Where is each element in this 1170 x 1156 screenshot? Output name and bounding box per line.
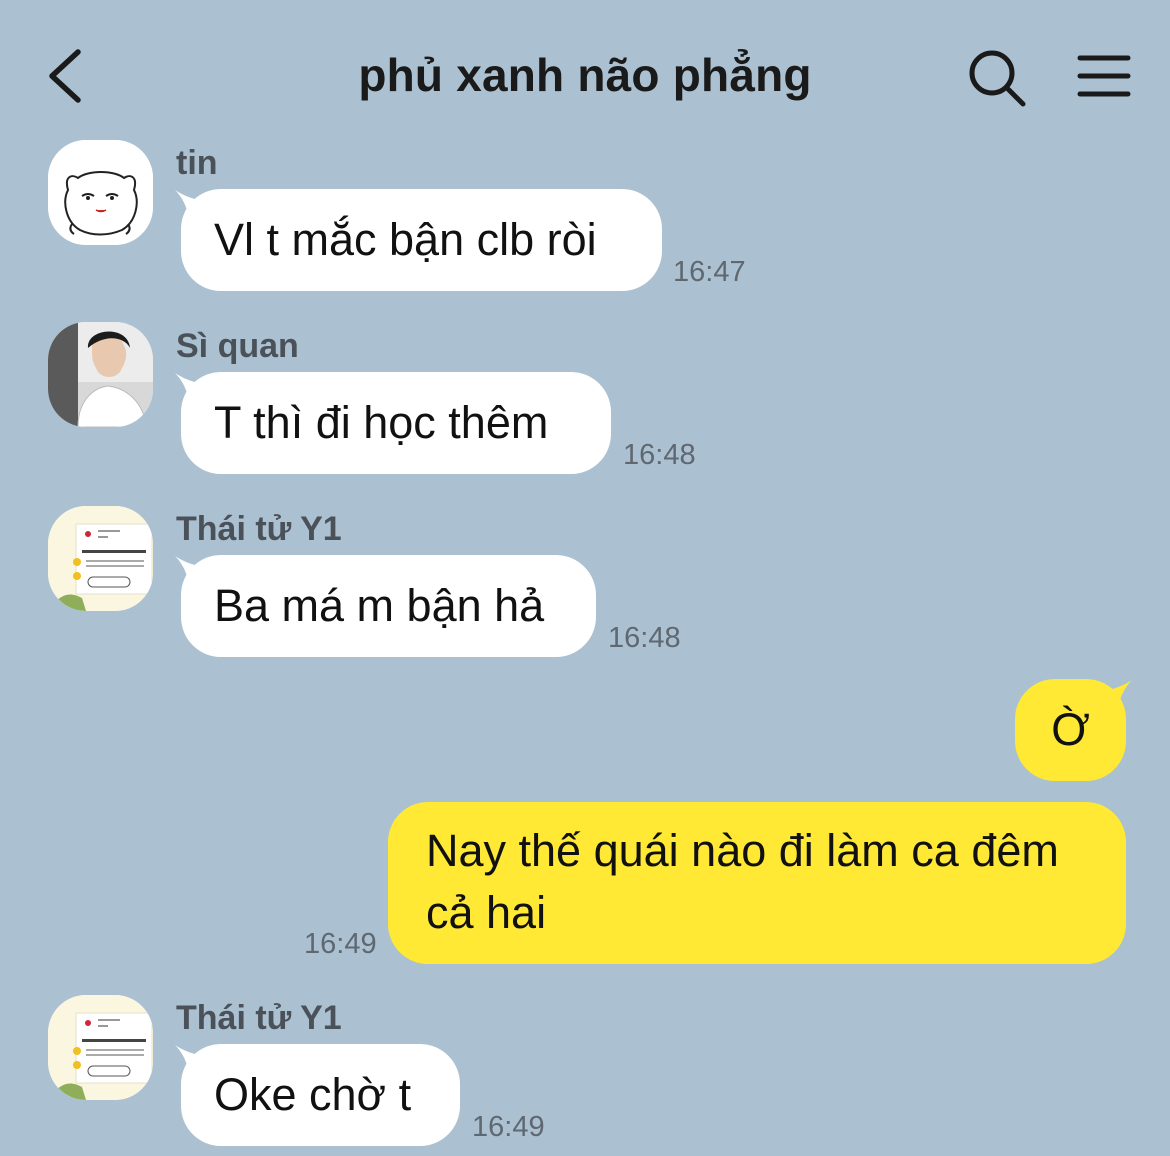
message-text: Ờ: [1051, 704, 1090, 755]
person-photo-icon: [48, 322, 153, 427]
search-icon: [969, 50, 1026, 107]
voucher-screenshot-icon: [48, 995, 153, 1100]
menu-button[interactable]: [1072, 50, 1136, 106]
message-bubble-outgoing[interactable]: Nay thế quái nào đi làm ca đêm cả hai: [388, 802, 1126, 964]
avatar-screenshot[interactable]: [48, 506, 153, 611]
message-bubble-incoming[interactable]: T thì đi học thêm: [181, 372, 611, 474]
search-button[interactable]: [965, 46, 1029, 110]
message-text-line: Nay thế quái nào đi làm ca đêm: [426, 825, 1059, 876]
chat-header: phủ xanh não phẳng: [0, 0, 1170, 150]
bear-face-icon: [48, 140, 153, 245]
message-bubble-incoming[interactable]: Vl t mắc bận clb ròi: [181, 189, 662, 291]
message-timestamp: 16:47: [673, 256, 746, 288]
message-text: Oke chờ t: [214, 1069, 412, 1120]
hamburger-menu-icon: [1077, 55, 1131, 97]
message-bubble-incoming[interactable]: Oke chờ t: [181, 1044, 460, 1146]
avatar-bear-sticker[interactable]: [48, 140, 153, 245]
avatar-screenshot[interactable]: [48, 995, 153, 1100]
sender-name: Thái tử Y1: [176, 510, 342, 548]
message-bubble-outgoing[interactable]: Ờ: [1015, 679, 1126, 781]
message-timestamp: 16:49: [472, 1111, 545, 1143]
message-text: Vl t mắc bận clb ròi: [214, 214, 597, 265]
sender-name: Sì quan: [176, 327, 299, 365]
message-text: Ba má m bận hả: [214, 580, 545, 631]
message-text: T thì đi học thêm: [214, 397, 549, 448]
message-timestamp: 16:48: [623, 439, 696, 471]
message-bubble-incoming[interactable]: Ba má m bận hả: [181, 555, 596, 657]
voucher-screenshot-icon: [48, 506, 153, 611]
avatar-photo[interactable]: [48, 322, 153, 427]
message-timestamp: 16:49: [304, 928, 377, 960]
sender-name: tin: [176, 144, 218, 182]
message-timestamp: 16:48: [608, 622, 681, 654]
message-text-line: cả hai: [426, 887, 547, 938]
sender-name: Thái tử Y1: [176, 999, 342, 1037]
